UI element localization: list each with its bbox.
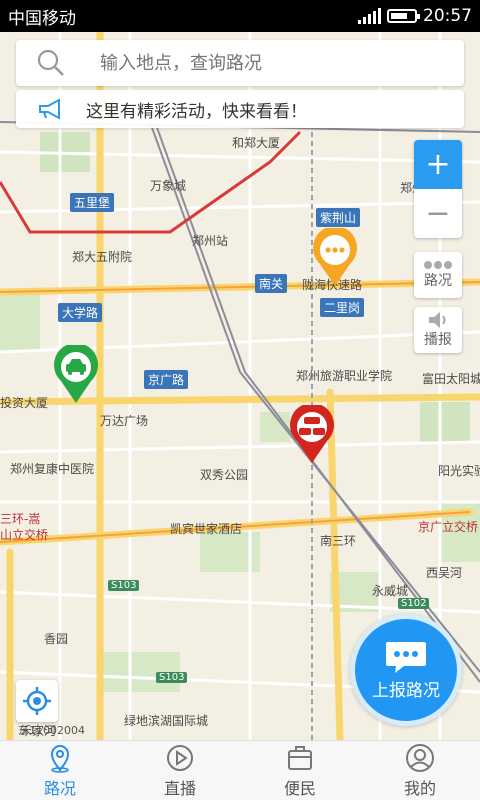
poi-jingguang-lu[interactable]: 京广路 bbox=[144, 370, 189, 389]
poi-lijiao-left[interactable]: 山立交桥 bbox=[0, 526, 48, 543]
bottom-tab-bar: 路况 直播 便民 我的 bbox=[0, 740, 480, 800]
dots-icon bbox=[424, 261, 452, 269]
accident-marker-icon bbox=[290, 402, 334, 463]
road-s103-a: S103 bbox=[108, 580, 140, 591]
megaphone-icon bbox=[16, 98, 86, 120]
map-pin-icon bbox=[50, 744, 70, 773]
play-icon bbox=[167, 744, 193, 771]
speaker-icon bbox=[429, 312, 446, 328]
report-traffic-button[interactable]: 上报路况 bbox=[350, 614, 462, 726]
poi-xiangyuan[interactable]: 香园 bbox=[44, 630, 68, 647]
poi-wanda[interactable]: 万达广场 bbox=[100, 412, 148, 429]
chat-bubble-icon bbox=[386, 641, 426, 673]
poi-kaibin[interactable]: 凯宾世家酒店 bbox=[170, 520, 242, 537]
carrier-name: 中国移动 bbox=[8, 8, 76, 29]
traffic-label: 路况 bbox=[424, 273, 452, 289]
locate-button[interactable] bbox=[16, 680, 58, 722]
briefcase-icon bbox=[288, 745, 312, 770]
traffic-toggle-button[interactable]: 路况 bbox=[414, 252, 462, 298]
poi-wanxiang[interactable]: 万象城 bbox=[150, 177, 186, 194]
car-marker-icon bbox=[54, 342, 98, 403]
poi-erligang[interactable]: 二里岗 bbox=[320, 298, 365, 317]
map-scale: 东11002004 bbox=[18, 724, 85, 737]
tab-services[interactable]: 便民 bbox=[240, 741, 360, 800]
poi-xihuanghe[interactable]: 西吴河 bbox=[426, 564, 462, 581]
poi-zijingshan[interactable]: 紫荆山 bbox=[316, 208, 361, 227]
poi-shuangxiu[interactable]: 双秀公园 bbox=[200, 466, 248, 483]
search-bar[interactable] bbox=[16, 40, 464, 86]
tab-mine[interactable]: 我的 bbox=[360, 741, 480, 800]
status-icons: 20:57 bbox=[358, 6, 472, 26]
poi-fuchang[interactable]: 富田太阳城 bbox=[422, 370, 480, 387]
clock: 20:57 bbox=[423, 6, 472, 26]
marker-red-accident[interactable] bbox=[285, 402, 339, 469]
road-s102: S102 bbox=[398, 598, 430, 609]
zoom-out-button[interactable]: − bbox=[414, 189, 462, 238]
poi-nanguan[interactable]: 南关 bbox=[255, 274, 288, 293]
broadcast-button[interactable]: 播报 bbox=[414, 307, 462, 353]
poi-zhengzhou-station[interactable]: 郑州站 bbox=[192, 232, 228, 249]
zoom-in-button[interactable]: + bbox=[414, 140, 462, 189]
report-label: 上报路况 bbox=[372, 680, 440, 701]
tab-mine-label: 我的 bbox=[403, 778, 436, 798]
poi-hezhou[interactable]: 和郑大厦 bbox=[232, 134, 280, 151]
poi-fufu[interactable]: 郑州复康中医院 bbox=[10, 460, 94, 477]
poi-yongwei[interactable]: 永威城 bbox=[372, 582, 408, 599]
poi-wuliba[interactable]: 五里堡 bbox=[70, 193, 115, 212]
poi-lvdi[interactable]: 绿地滨湖国际城 bbox=[124, 712, 208, 729]
tab-services-label: 便民 bbox=[283, 778, 316, 798]
broadcast-label: 播报 bbox=[424, 332, 452, 348]
notice-text: 这里有精彩活动，快来看看！ bbox=[86, 101, 307, 122]
tab-live-label: 直播 bbox=[163, 778, 196, 798]
locate-icon bbox=[23, 687, 51, 715]
signal-icon bbox=[358, 8, 381, 24]
marker-green-car[interactable] bbox=[49, 342, 103, 409]
road-nansanhuan: 南三环 bbox=[320, 534, 357, 548]
poi-yangguang[interactable]: 阳光实验 bbox=[438, 462, 480, 479]
zoom-control: + − bbox=[414, 140, 462, 238]
poi-jingguang-lijiao[interactable]: 京广立交桥 bbox=[418, 518, 478, 535]
status-bar: 中国移动 20:57 bbox=[0, 0, 480, 32]
activity-notice[interactable]: 这里有精彩活动，快来看看！ bbox=[16, 90, 464, 128]
chat-marker-icon bbox=[313, 225, 357, 286]
marker-yellow-comment[interactable] bbox=[308, 225, 362, 292]
poi-daxue-lu[interactable]: 大学路 bbox=[58, 303, 103, 322]
poi-lvyou[interactable]: 郑州旅游职业学院 bbox=[296, 367, 392, 384]
battery-icon bbox=[387, 9, 420, 23]
poi-sanhuan-xi[interactable]: 三环-嵩 bbox=[0, 510, 40, 527]
user-icon bbox=[406, 743, 434, 772]
search-input[interactable] bbox=[100, 52, 430, 74]
tab-traffic-label: 路况 bbox=[43, 778, 76, 798]
tab-live[interactable]: 直播 bbox=[120, 741, 240, 800]
poi-touzi[interactable]: 投资大厦 bbox=[0, 394, 48, 411]
tab-traffic[interactable]: 路况 bbox=[0, 741, 120, 800]
search-icon bbox=[16, 48, 86, 78]
road-s103-b: S103 bbox=[156, 672, 188, 683]
poi-zhengda5[interactable]: 郑大五附院 bbox=[72, 248, 132, 265]
